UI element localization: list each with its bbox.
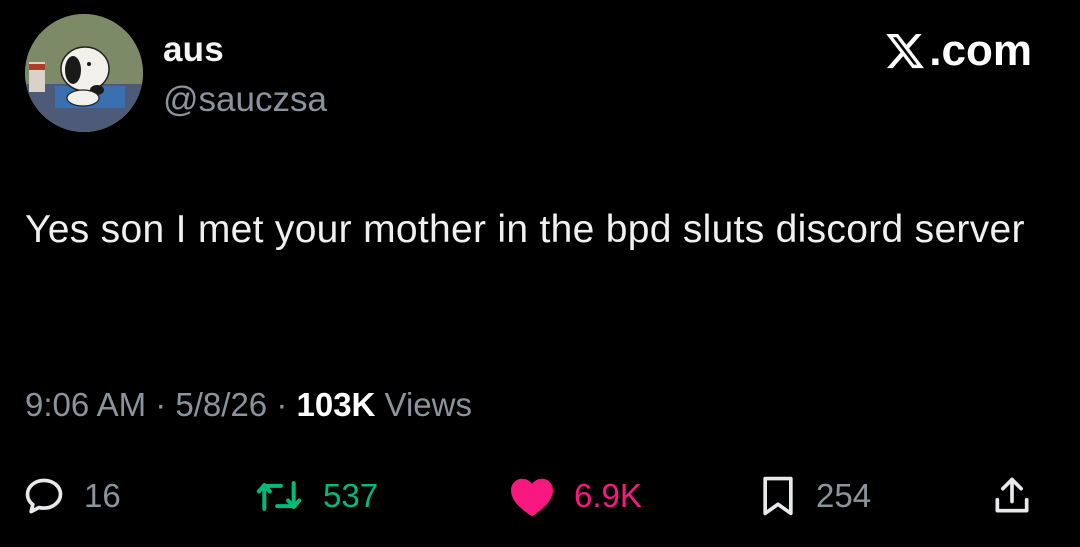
x-logo-icon (886, 33, 925, 69)
reply-icon (25, 478, 63, 514)
tweet-card: aus @sauczsa .com Yes son I met your mot… (0, 0, 1080, 547)
tweet-date[interactable]: 5/8/26 (175, 386, 267, 423)
repost-count: 537 (323, 477, 379, 514)
reply-button[interactable]: 16 (22, 468, 121, 524)
repost-icon (256, 481, 302, 511)
bookmark-icon (763, 476, 793, 516)
avatar[interactable] (25, 14, 143, 132)
like-count: 6.9K (574, 477, 642, 514)
tweet-text: Yes son I met your mother in the bpd slu… (25, 208, 1025, 251)
tweet-meta: 9:06 AM · 5/8/26 · 103K Views (25, 386, 472, 424)
share-button[interactable] (990, 468, 1034, 524)
brand-label: .com (929, 26, 1032, 75)
reply-count: 16 (84, 477, 121, 514)
tweet-time[interactable]: 9:06 AM (25, 386, 146, 423)
brand-watermark: .com (883, 26, 1032, 76)
bookmark-button[interactable]: 254 (758, 468, 871, 524)
share-icon (995, 477, 1029, 513)
bookmark-count: 254 (816, 477, 872, 514)
repost-button[interactable]: 537 (253, 468, 378, 524)
like-button[interactable]: 6.9K (508, 468, 642, 524)
author-name[interactable]: aus (163, 30, 224, 70)
meta-separator: · (146, 386, 176, 423)
views-label: Views (375, 386, 472, 423)
meta-separator: · (267, 386, 297, 423)
author-handle[interactable]: @sauczsa (163, 80, 327, 120)
views-count[interactable]: 103K (296, 386, 375, 423)
action-bar: 16 537 6.9K 254 (0, 468, 1080, 524)
heart-icon (511, 478, 553, 517)
snoopy-avatar-icon (25, 14, 143, 132)
